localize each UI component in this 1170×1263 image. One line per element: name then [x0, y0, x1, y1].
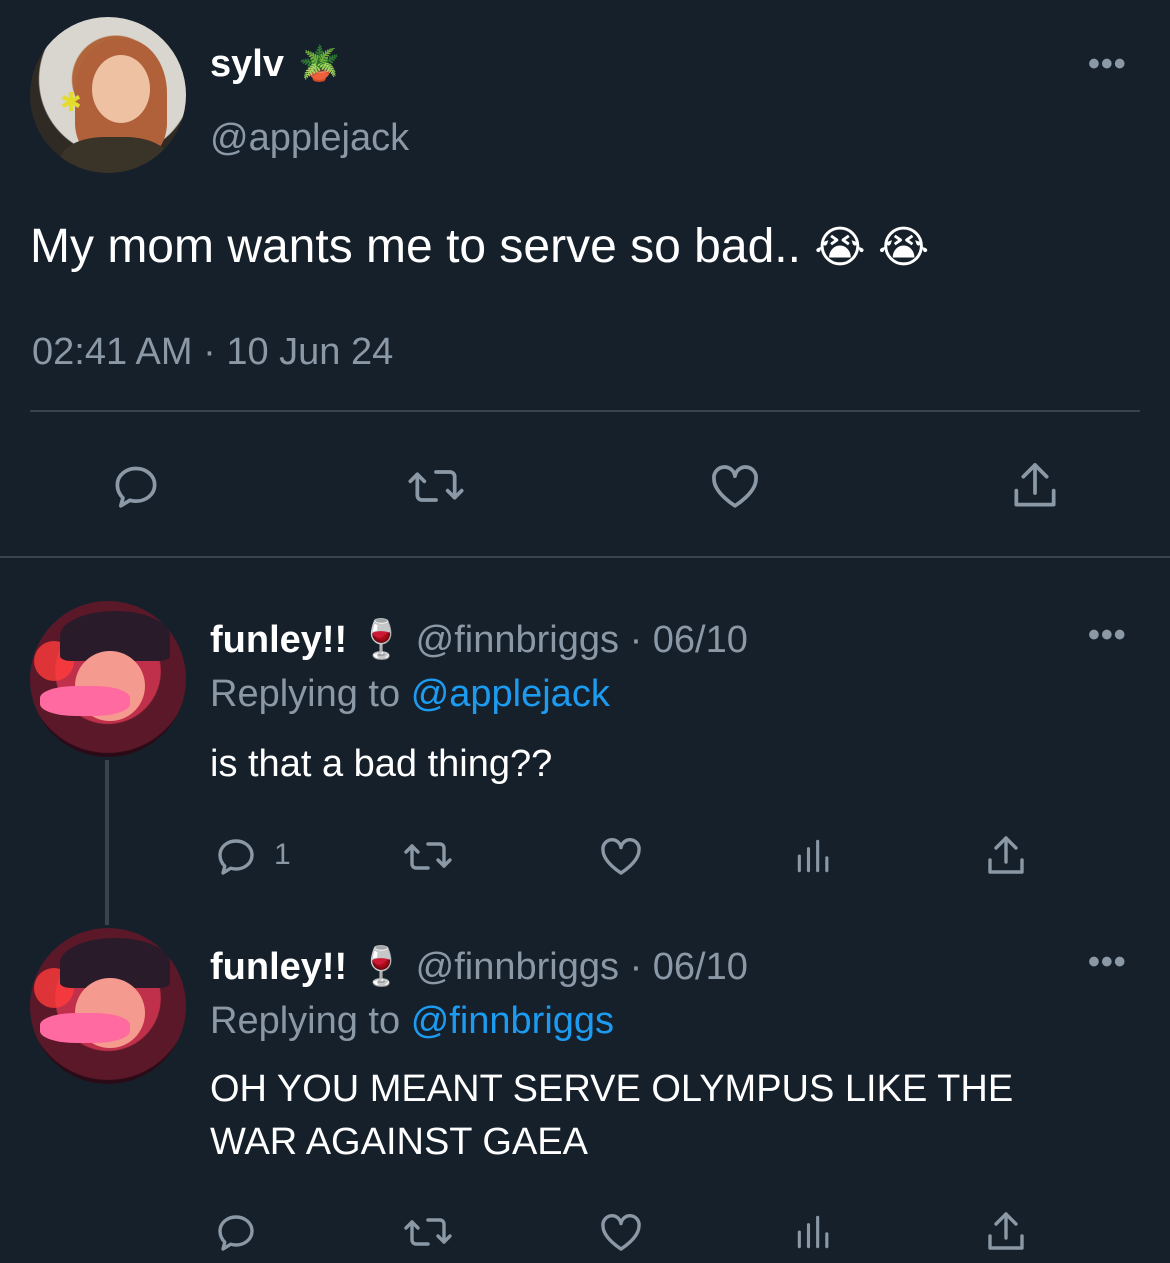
like-icon[interactable]	[596, 832, 646, 880]
reply-icon[interactable]	[212, 1208, 260, 1256]
avatar[interactable]	[30, 601, 186, 757]
reply-text-line: OH YOU MEANT SERVE OLYMPUS LIKE THE	[210, 1068, 1014, 1110]
reply-header: funley!! 🍷 @finnbriggs · 06/10	[210, 618, 748, 662]
tweet-timestamp: 02:41 AM · 10 Jun 24	[32, 331, 394, 373]
crying-emoji: 😭 😭	[814, 223, 930, 272]
more-icon[interactable]: •••	[1088, 943, 1127, 982]
more-icon[interactable]: •••	[1088, 45, 1127, 84]
replying-to: Replying to @finnbriggs	[210, 1000, 614, 1043]
retweet-icon[interactable]	[400, 832, 456, 880]
more-icon[interactable]: •••	[1088, 616, 1127, 655]
user-handle[interactable]: @applejack	[210, 117, 409, 160]
views-icon[interactable]	[792, 832, 836, 880]
reply-icon[interactable]	[108, 458, 164, 514]
wine-emoji: 🍷	[357, 619, 406, 661]
user-handle[interactable]: @finnbriggs	[416, 619, 619, 661]
reply-count: 1	[274, 838, 291, 871]
reply-date: · 06/10	[629, 946, 748, 988]
star-sticker-icon: ✱	[60, 87, 82, 117]
divider	[30, 410, 1140, 412]
divider	[0, 556, 1170, 558]
avatar[interactable]	[30, 928, 186, 1084]
mention-link[interactable]: @applejack	[411, 673, 610, 715]
wine-emoji: 🍷	[357, 946, 406, 988]
tweet-text-body: My mom wants me to serve so bad..	[30, 220, 801, 273]
user-handle[interactable]: @finnbriggs	[416, 946, 619, 988]
mention-link[interactable]: @finnbriggs	[411, 1000, 614, 1042]
reply-text: OH YOU MEANT SERVE OLYMPUS LIKE THE WAR …	[210, 1063, 1013, 1169]
share-icon[interactable]	[1007, 458, 1063, 514]
avatar[interactable]: ✱	[30, 17, 186, 173]
replying-to-label: Replying to	[210, 673, 401, 715]
share-icon[interactable]	[982, 1208, 1030, 1256]
display-name[interactable]: sylv	[210, 43, 284, 86]
retweet-icon[interactable]	[400, 1208, 456, 1256]
share-icon[interactable]	[982, 832, 1030, 880]
plant-emoji: 🪴	[298, 45, 341, 83]
reply-header: funley!! 🍷 @finnbriggs · 06/10	[210, 945, 748, 989]
like-icon[interactable]	[706, 458, 764, 514]
retweet-icon[interactable]	[405, 458, 467, 514]
replying-to-label: Replying to	[210, 1000, 401, 1042]
display-name[interactable]: funley!!	[210, 946, 347, 988]
replying-to: Replying to @applejack	[210, 673, 610, 716]
like-icon[interactable]	[596, 1208, 646, 1256]
reply-date: · 06/10	[629, 619, 748, 661]
views-icon[interactable]	[792, 1208, 836, 1256]
tweet-text: My mom wants me to serve so bad.. 😭 😭	[30, 219, 929, 274]
display-name[interactable]: funley!!	[210, 619, 347, 661]
reply-text: is that a bad thing??	[210, 743, 553, 785]
reply-text-line: WAR AGAINST GAEA	[210, 1121, 588, 1163]
thread-line	[105, 760, 109, 925]
reply-icon[interactable]	[212, 832, 260, 880]
